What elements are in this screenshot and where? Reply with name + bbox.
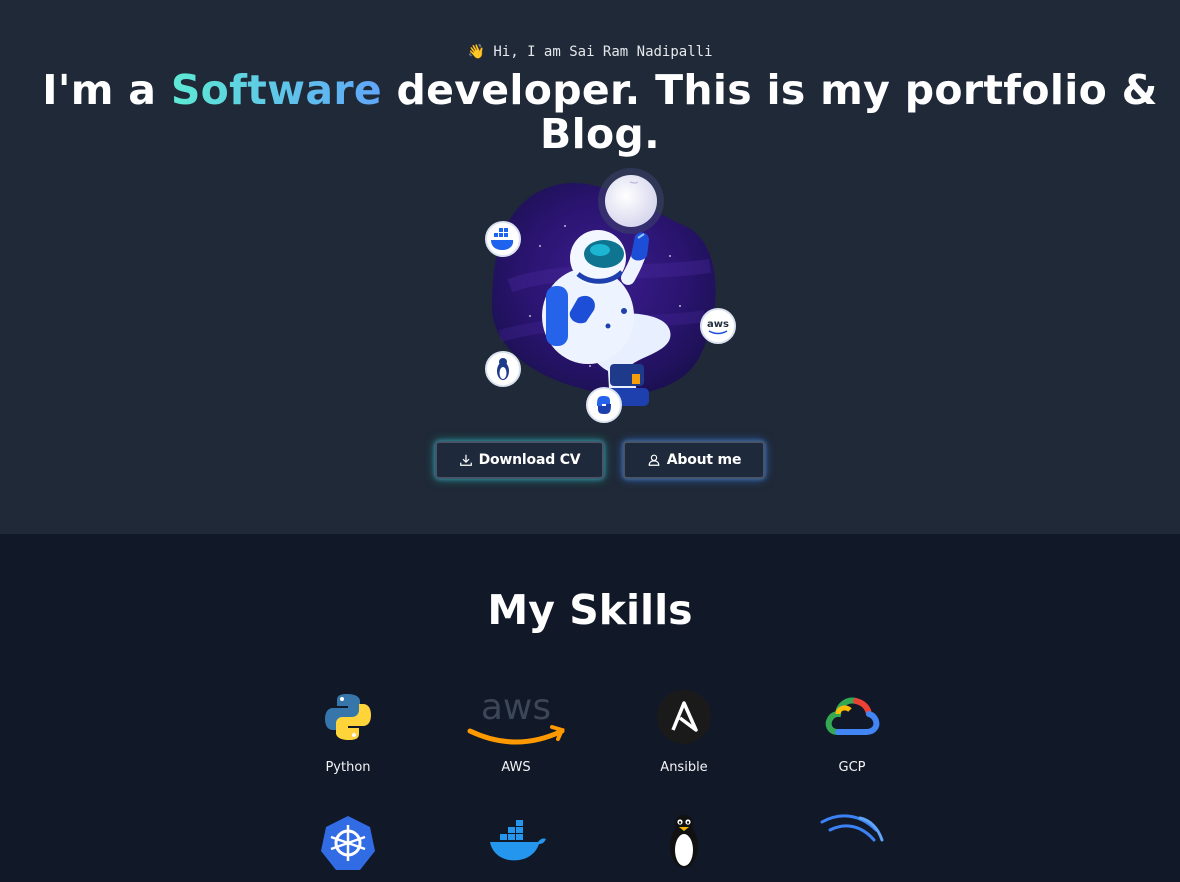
- download-icon: [459, 454, 472, 466]
- greeting-text: Hi, I am Sai Ram Nadipalli: [493, 44, 713, 60]
- python-icon: [288, 682, 408, 752]
- kubernetes-icon: [288, 812, 408, 882]
- skill-label: AWS: [501, 760, 531, 775]
- linux-icon: [624, 812, 744, 882]
- docker-icon: [456, 812, 576, 882]
- linux-badge: [485, 351, 521, 387]
- astronaut-illustration: aws: [485, 168, 736, 423]
- user-icon: [648, 454, 660, 466]
- skills-title: My Skills: [487, 586, 693, 634]
- skill-label: GCP: [838, 760, 866, 775]
- ansible-icon: [624, 682, 744, 752]
- terraform-wave-icon: [792, 812, 912, 882]
- skill-docker: [456, 812, 576, 882]
- skill-aws: aws AWS: [456, 682, 576, 775]
- about-me-label: About me: [666, 452, 742, 468]
- skill-label: Ansible: [660, 760, 708, 775]
- skill-wave: [792, 812, 912, 882]
- download-cv-button[interactable]: Download CV: [435, 441, 604, 479]
- hero-section: 👋 Hi, I am Sai Ram Nadipalli I'm a Softw…: [0, 0, 1180, 534]
- headline-prefix: I'm a: [42, 66, 171, 114]
- skill-kubernetes: [288, 812, 408, 882]
- skill-label: Python: [325, 760, 371, 775]
- skill-python: Python: [288, 682, 408, 775]
- skill-ansible: Ansible: [624, 682, 744, 775]
- wave-emoji: 👋: [467, 44, 485, 60]
- docker-badge: [485, 221, 521, 257]
- svg-text:aws: aws: [481, 687, 551, 728]
- svg-text:aws: aws: [707, 319, 729, 330]
- skill-gcp: GCP: [792, 682, 912, 775]
- aws-badge: aws: [700, 308, 736, 344]
- aws-icon: aws: [456, 682, 576, 752]
- python-badge: [586, 387, 622, 423]
- download-cv-label: Download CV: [478, 452, 581, 468]
- about-me-button[interactable]: About me: [623, 441, 765, 479]
- skill-linux: [624, 812, 744, 882]
- greeting: 👋 Hi, I am Sai Ram Nadipalli: [0, 44, 1180, 60]
- gcp-icon: [792, 682, 912, 752]
- headline-accent: Software: [170, 66, 382, 114]
- page-title: I'm a Software developer. This is my por…: [40, 68, 1160, 156]
- headline-suffix: developer. This is my portfolio & Blog.: [381, 66, 1158, 158]
